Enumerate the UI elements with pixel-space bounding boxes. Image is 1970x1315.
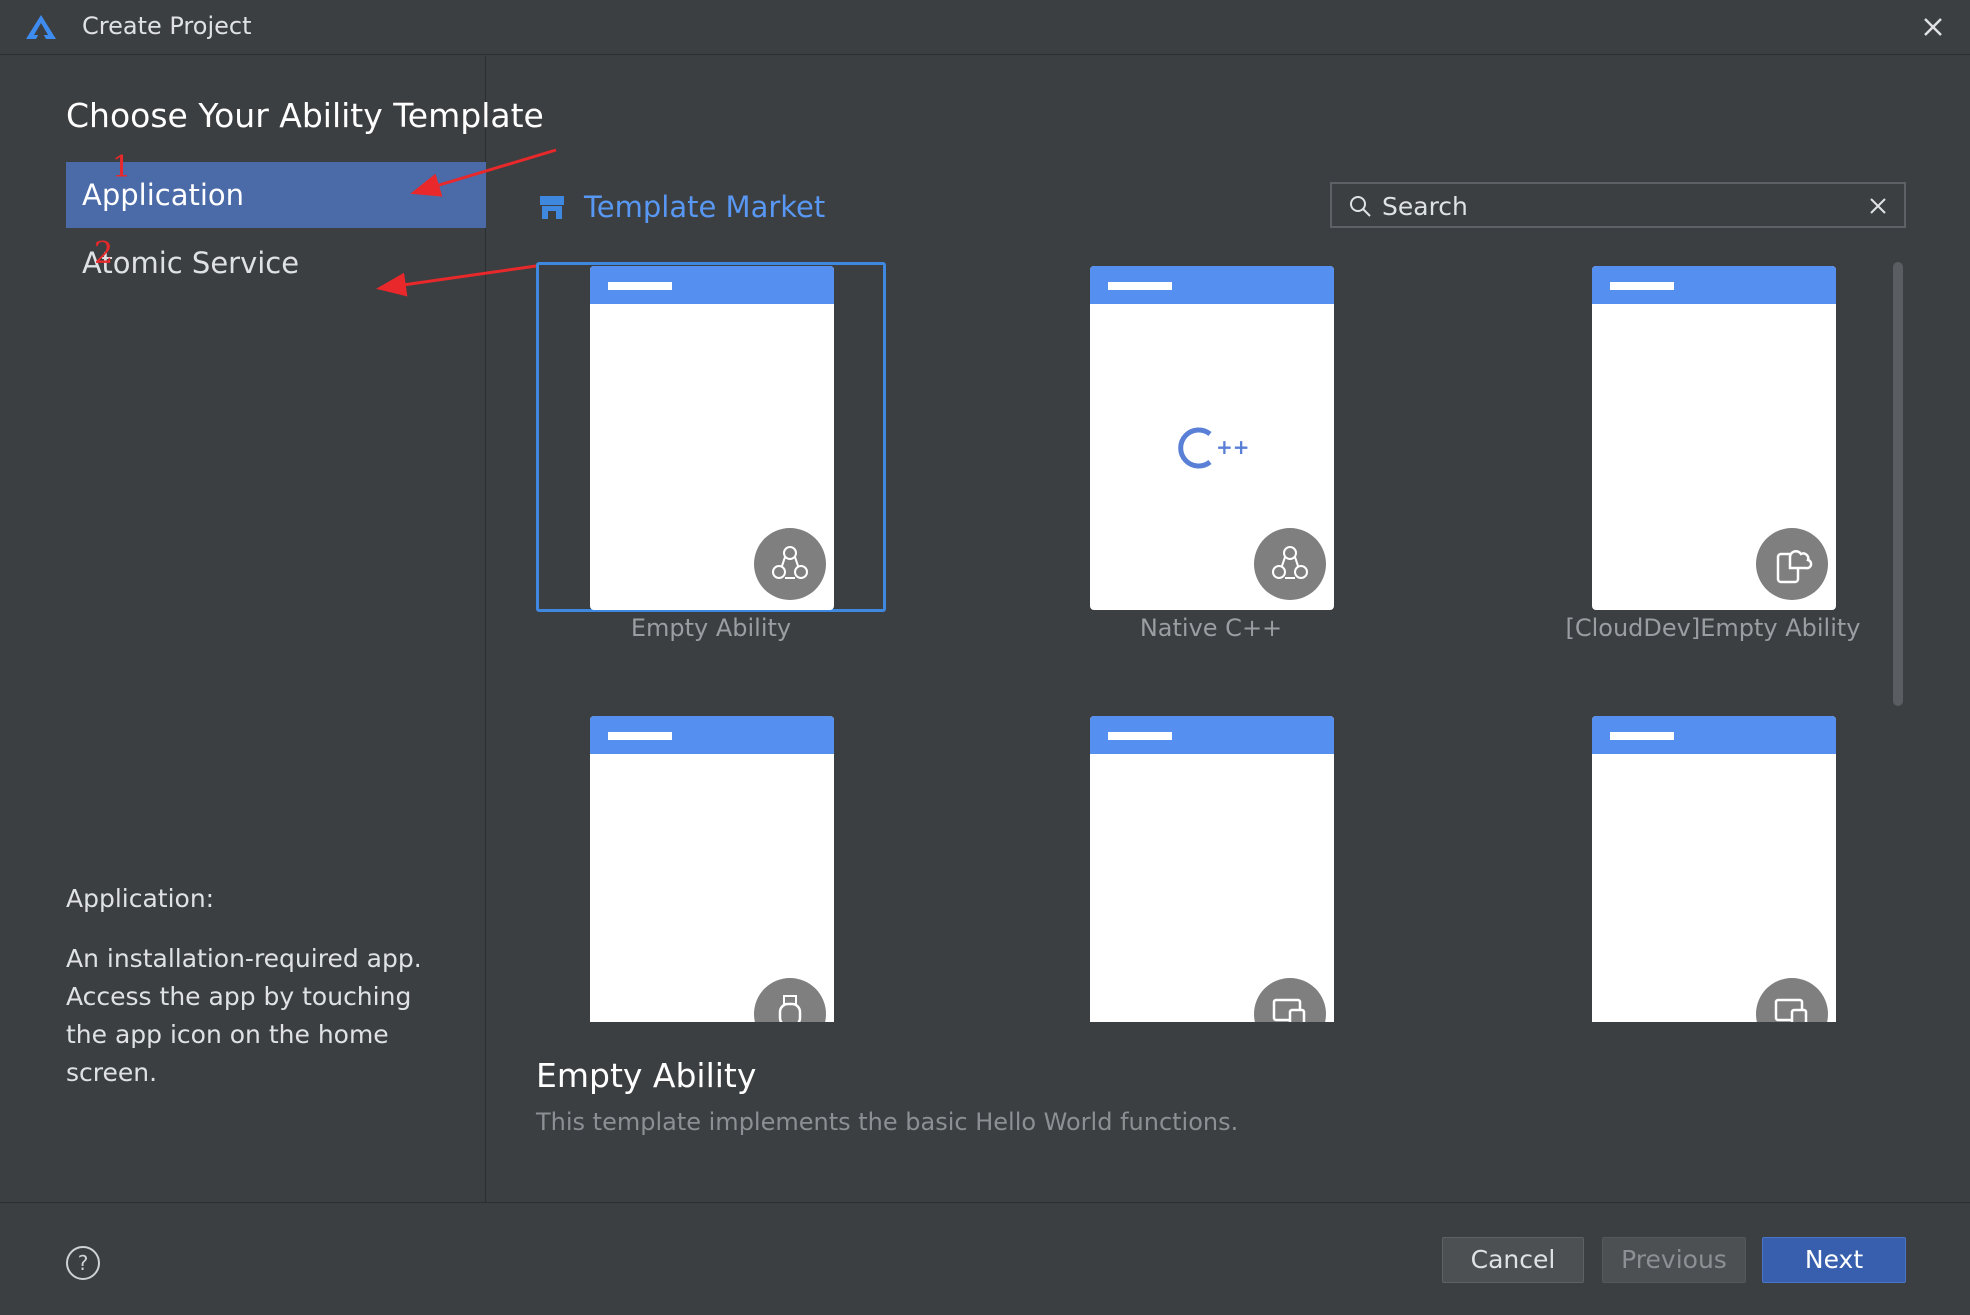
description-body: An installation-required app. Access the… (66, 944, 422, 1087)
template-label: [CloudDev]Empty Ability (1565, 614, 1861, 642)
watch-icon (754, 978, 826, 1022)
cloud-device-icon (1756, 528, 1828, 600)
search-icon (1350, 196, 1371, 217)
template-label: Native C++ (1139, 614, 1283, 642)
nav-item-label: Atomic Service (82, 246, 300, 280)
annotation-number-1: 1 (112, 150, 132, 185)
svg-text:++: ++ (1216, 435, 1250, 459)
template-preview (1592, 716, 1836, 1022)
app-logo-icon (26, 15, 56, 39)
search-input[interactable] (1380, 188, 1844, 224)
ability-icon (1254, 528, 1326, 600)
template-preview (1090, 716, 1334, 1022)
ability-icon (754, 528, 826, 600)
clear-search-icon[interactable] (1866, 194, 1890, 218)
cancel-button[interactable]: Cancel (1442, 1237, 1584, 1283)
template-preview (1592, 266, 1836, 610)
store-icon (540, 196, 564, 219)
template-market-label: Template Market (584, 190, 826, 224)
next-button[interactable]: Next (1762, 1237, 1906, 1283)
window-title: Create Project (82, 12, 252, 40)
template-preview (590, 716, 834, 1022)
cpp-icon: ++ (1178, 427, 1250, 469)
nav-item-atomic-service[interactable]: Atomic Service (66, 230, 486, 296)
template-preview (590, 266, 834, 610)
template-detail-title: Empty Ability (536, 1056, 757, 1095)
title-bar: Create Project (0, 0, 1970, 55)
footer-divider (0, 1202, 1970, 1203)
search-box (1330, 182, 1906, 228)
template-market-link[interactable]: Template Market (538, 186, 825, 228)
description-title: Application: (66, 884, 215, 913)
template-grid: Empty Ability ++ Native C++ [CloudDev]Em… (536, 262, 1886, 1022)
nav-item-label: Application (82, 178, 245, 212)
template-label: Empty Ability (630, 614, 792, 642)
template-preview: ++ (1090, 266, 1334, 610)
multi-device-icon (1254, 978, 1326, 1022)
annotation-number-2: 2 (94, 236, 114, 271)
help-icon[interactable]: ? (66, 1246, 100, 1280)
page-title: Choose Your Ability Template (66, 96, 544, 135)
template-detail-description: This template implements the basic Hello… (536, 1108, 1239, 1136)
close-icon[interactable] (1916, 10, 1950, 44)
multi-device-icon (1756, 978, 1828, 1022)
previous-button[interactable]: Previous (1602, 1237, 1746, 1283)
template-grid-scrollbar[interactable] (1893, 262, 1903, 706)
